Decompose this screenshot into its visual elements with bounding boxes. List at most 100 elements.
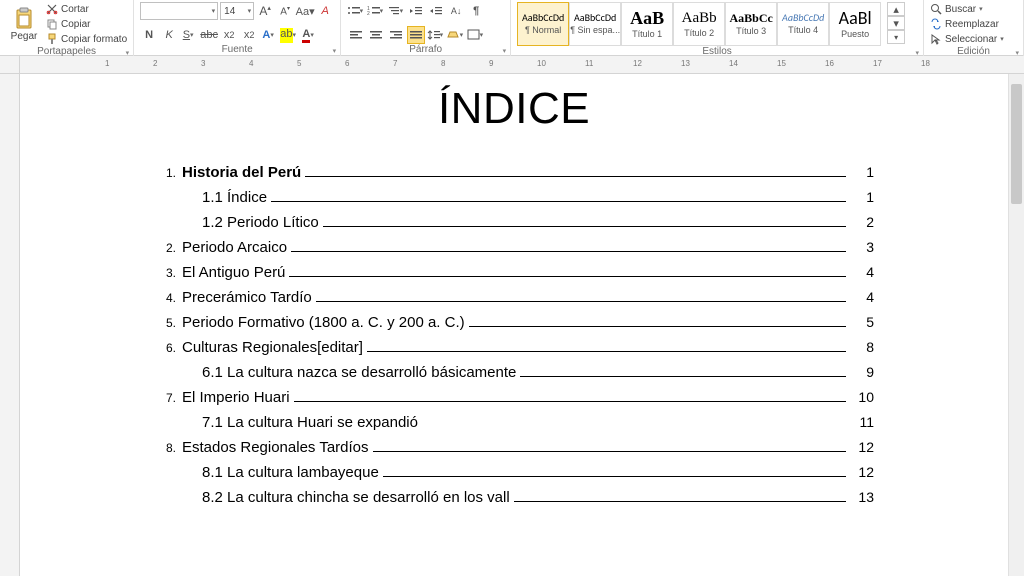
toc-entry: 3.El Antiguo Perú4 [154,264,874,281]
toc-entry: 5.Periodo Formativo (1800 a. C. y 200 a.… [154,314,874,331]
toc-entry: 7.1 La cultura Huari se expandió11 [154,414,874,431]
align-right-icon [389,29,403,41]
format-painter-button[interactable]: Copiar formato [46,32,127,46]
justify-icon [409,29,423,41]
page-holder: ÍNDICE 1.Historia del Perú11.1 Índice11.… [20,74,1008,576]
style-t-tulo-2[interactable]: AaBbTítulo 2 [673,2,725,46]
find-button[interactable]: Buscar▾ [930,2,1006,16]
cut-button[interactable]: Cortar [46,2,127,16]
styles-scroll-down[interactable]: ▾ [887,16,905,30]
multilevel-button[interactable]: ▾ [387,2,405,20]
clear-format-button[interactable]: A [316,2,334,20]
indent-button[interactable] [427,2,445,20]
bucket-icon [447,29,459,41]
change-case-button[interactable]: Aa▾ [296,2,314,20]
page[interactable]: ÍNDICE 1.Historia del Perú11.1 Índice11.… [74,74,954,576]
chevron-down-icon: ▾ [212,7,218,15]
bullets-button[interactable]: ▾ [347,2,365,20]
horizontal-ruler-wrap: 123456789101112131415161718 [0,56,1024,74]
shading-button[interactable]: ▾ [447,26,465,44]
group-label-paragraph: Párrafo [347,44,504,56]
copy-button[interactable]: Copiar [46,17,127,31]
numbering-icon: 12 [367,5,379,17]
group-font: ▾ 14▾ A▴ A▾ Aa▾ A N K S▾ abc x2 x2 A▾ ab… [134,0,341,56]
line-spacing-button[interactable]: ▾ [427,26,445,44]
group-clipboard: Pegar Cortar Copiar Copiar formato Porta… [0,0,134,56]
font-size-combo[interactable]: 14▾ [220,2,254,20]
strike-button[interactable]: abc [200,26,218,44]
subscript-button[interactable]: x2 [220,26,238,44]
style-puesto[interactable]: AaBlPuesto [829,2,881,46]
toc-entry: 1.Historia del Perú1 [154,164,874,181]
toc-entry: 1.2 Periodo Lítico2 [154,214,874,231]
brush-icon [46,33,58,45]
replace-icon [930,18,942,30]
style---sin-espa---[interactable]: AaBbCcDd¶ Sin espa... [569,2,621,46]
replace-button[interactable]: Reemplazar [930,17,1006,31]
style-t-tulo-4[interactable]: AaBbCcDdTítulo 4 [777,2,829,46]
group-editing: Buscar▾ Reemplazar Seleccionar▾ Edición [924,0,1024,56]
cursor-icon [930,33,942,45]
copy-icon [46,18,58,30]
outdent-icon [409,5,423,17]
scroll-thumb[interactable] [1011,84,1022,204]
justify-button[interactable] [407,26,425,44]
search-icon [930,3,942,15]
indent-icon [429,5,443,17]
toc-entry: 6.1 La cultura nazca se desarrolló básic… [154,364,874,381]
numbering-button[interactable]: 12▾ [367,2,385,20]
group-label-font: Fuente [140,44,334,56]
ribbon: Pegar Cortar Copiar Copiar formato Porta… [0,0,1024,56]
group-paragraph: ▾ 12▾ ▾ A↓ ¶ ▾ ▾ ▾ Párrafo [341,0,511,56]
paste-button[interactable]: Pegar [6,2,42,46]
align-center-button[interactable] [367,26,385,44]
styles-scroll-up[interactable]: ▴ [887,2,905,16]
clipboard-icon [12,7,36,31]
outdent-button[interactable] [407,2,425,20]
multilevel-icon [387,5,399,17]
font-color-button[interactable]: A▾ [300,26,318,44]
shrink-font-button[interactable]: A▾ [276,2,294,20]
borders-icon [467,29,479,41]
font-name-combo[interactable]: ▾ [140,2,218,20]
vertical-ruler[interactable] [0,74,20,576]
table-of-contents: 1.Historia del Perú11.1 Índice11.2 Perio… [154,164,874,506]
underline-button[interactable]: S▾ [180,26,198,44]
select-button[interactable]: Seleccionar▾ [930,32,1006,46]
bold-button[interactable]: N [140,26,158,44]
line-spacing-icon [427,29,439,41]
italic-button[interactable]: K [160,26,178,44]
align-center-icon [369,29,383,41]
bullets-icon [347,5,359,17]
align-left-icon [349,29,363,41]
toc-entry: 2.Periodo Arcaico3 [154,239,874,256]
vertical-scrollbar[interactable] [1008,74,1024,576]
toc-entry: 4.Precerámico Tardío4 [154,289,874,306]
superscript-button[interactable]: x2 [240,26,258,44]
chevron-down-icon: ▾ [248,7,254,15]
style-t-tulo-1[interactable]: AaBTítulo 1 [621,2,673,46]
toc-entry: 6.Culturas Regionales[editar]8 [154,339,874,356]
styles-more[interactable]: ▾ [887,30,905,44]
styles-gallery: AaBbCcDd¶ NormalAaBbCcDd¶ Sin espa...AaB… [517,2,881,46]
style---normal[interactable]: AaBbCcDd¶ Normal [517,2,569,46]
group-styles: AaBbCcDd¶ NormalAaBbCcDd¶ Sin espa...AaB… [511,0,924,56]
sort-button[interactable]: A↓ [447,2,465,20]
ruler-corner [0,56,20,73]
horizontal-ruler[interactable]: 123456789101112131415161718 [20,56,1024,73]
align-right-button[interactable] [387,26,405,44]
grow-font-button[interactable]: A▴ [256,2,274,20]
borders-button[interactable]: ▾ [467,26,485,44]
show-marks-button[interactable]: ¶ [467,2,485,20]
highlight-button[interactable]: ab▾ [280,26,298,44]
text-effects-button[interactable]: A▾ [260,26,278,44]
scissors-icon [46,3,58,15]
toc-entry: 8.2 La cultura chincha se desarrolló en … [154,489,874,506]
paste-label: Pegar [11,31,38,42]
toc-entry: 8.1 La cultura lambayeque12 [154,464,874,481]
toc-entry: 8.Estados Regionales Tardíos12 [154,439,874,456]
align-left-button[interactable] [347,26,365,44]
svg-text:2: 2 [367,11,370,17]
style-t-tulo-3[interactable]: AaBbCcTítulo 3 [725,2,777,46]
document-area: ÍNDICE 1.Historia del Perú11.1 Índice11.… [0,74,1024,576]
